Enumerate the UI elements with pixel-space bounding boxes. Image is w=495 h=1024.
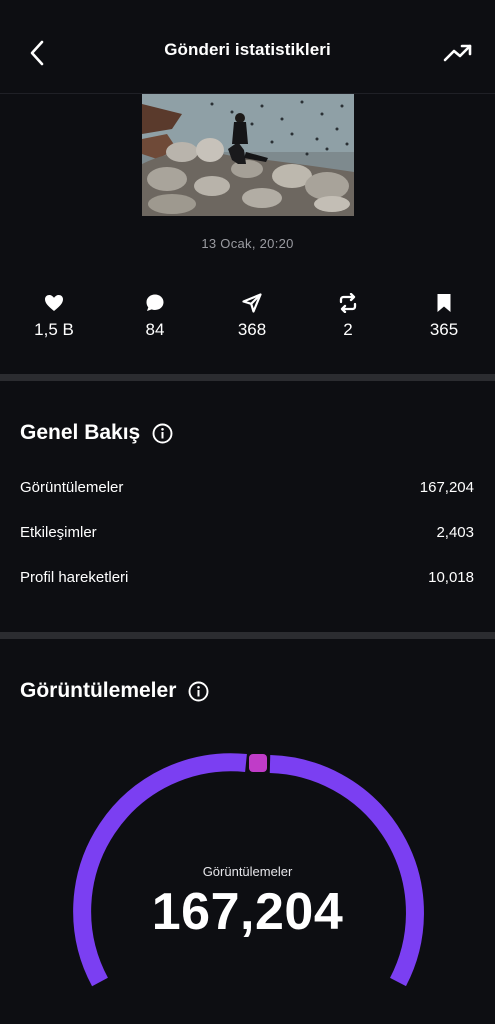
views-section-title: Görüntülemeler bbox=[20, 679, 209, 703]
reposts-count: 2 bbox=[343, 320, 353, 339]
metric-label: Profil hareketleri bbox=[20, 569, 129, 586]
overview-section-title: Genel Bakış bbox=[20, 421, 173, 445]
shares-count: 368 bbox=[237, 320, 267, 339]
saves-count: 365 bbox=[429, 320, 459, 339]
section-divider bbox=[0, 632, 495, 639]
gauge-label: Görüntülemeler bbox=[202, 864, 293, 879]
comments-count: 84 bbox=[145, 320, 165, 339]
metric-row-profile-activity[interactable]: Profil hareketleri 10,018 bbox=[20, 569, 474, 589]
section-divider bbox=[0, 374, 495, 381]
engagement-stats: 1,5 B 84 368 2 365 bbox=[0, 292, 495, 346]
stat-comments[interactable]: 84 bbox=[115, 292, 195, 340]
metric-row-views[interactable]: Görüntülemeler 167,204 bbox=[20, 479, 474, 499]
post-thumbnail[interactable] bbox=[142, 94, 354, 216]
gauge-arc-secondary bbox=[249, 754, 267, 772]
trending-up-icon bbox=[443, 44, 472, 62]
metric-value: 10,018 bbox=[428, 569, 474, 586]
views-title: Görüntülemeler bbox=[20, 679, 177, 702]
likes-count: 1,5 B bbox=[34, 320, 74, 339]
stat-shares[interactable]: 368 bbox=[212, 292, 292, 340]
post-photo bbox=[142, 94, 354, 216]
gauge-value: 167,204 bbox=[151, 883, 344, 941]
stat-reposts[interactable]: 2 bbox=[308, 292, 388, 340]
info-icon[interactable] bbox=[152, 423, 173, 444]
stat-saves[interactable]: 365 bbox=[404, 292, 484, 340]
comment-icon bbox=[146, 294, 164, 311]
metric-value: 167,204 bbox=[419, 479, 474, 496]
send-icon bbox=[242, 293, 262, 313]
post-date: 13 Ocak, 20:20 bbox=[201, 236, 294, 251]
page-title: Gönderi istatistikleri bbox=[164, 40, 331, 59]
overview-title: Genel Bakış bbox=[20, 421, 141, 444]
metric-label: Görüntülemeler bbox=[20, 479, 124, 496]
top-bar: Gönderi istatistikleri bbox=[0, 0, 495, 94]
repost-icon bbox=[339, 293, 357, 313]
heart-icon bbox=[45, 295, 63, 311]
metric-label: Etkileşimler bbox=[20, 524, 97, 541]
stat-likes[interactable]: 1,5 B bbox=[14, 292, 94, 340]
metric-value: 2,403 bbox=[436, 524, 474, 541]
bookmark-icon bbox=[437, 294, 451, 312]
info-icon[interactable] bbox=[188, 681, 209, 702]
metric-row-interactions[interactable]: Etkileşimler 2,403 bbox=[20, 524, 474, 544]
insights-trend-button[interactable] bbox=[441, 38, 475, 68]
